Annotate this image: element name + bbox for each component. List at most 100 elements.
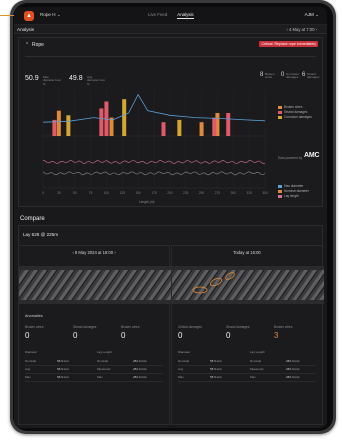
right-date[interactable]: Today at 16:00 <box>172 246 322 260</box>
legend-broken-wires: Broken wires <box>278 105 302 109</box>
rope-image-right[interactable] <box>172 266 324 304</box>
rope-selector[interactable]: Rope H ⌄ <box>40 12 61 18</box>
measurement-label: Measured <box>250 367 264 371</box>
page-title: Analysis <box>17 27 35 32</box>
metric-label: Broken wires <box>274 325 293 329</box>
measurement-label: Lay Length <box>250 350 265 354</box>
measurement-label: Avg <box>178 367 184 371</box>
measurement-label: Max <box>178 375 184 379</box>
rope-image-left[interactable] <box>19 266 171 304</box>
x-tick-label: 225 <box>183 191 189 195</box>
rope-chart: 0 25 50 75 100 125 150 175 200 225 250 275 300 325 350 <box>42 90 268 195</box>
bar <box>109 117 114 136</box>
measurement-value: 58.0 mm <box>210 375 222 379</box>
metric-value: 0 <box>226 331 231 340</box>
measurement-label: Max <box>250 375 256 379</box>
legend-label: Max diameter <box>284 184 304 188</box>
legend-swatch <box>278 189 282 193</box>
left-date-nav[interactable]: ‹ 8 May 2024 at 16:00 › <box>19 246 169 260</box>
metric-label: Broken wires <box>121 325 140 329</box>
row-divider <box>178 373 316 374</box>
row-divider <box>178 365 316 366</box>
metric-value: 0 <box>25 331 30 340</box>
measurement-label: Nominal <box>178 359 190 363</box>
legend-swatch <box>278 105 282 109</box>
legend-label: Broken wires <box>284 105 303 109</box>
legend-max-diameter: Max diameter <box>278 184 303 188</box>
metric-label: Strand damages <box>226 325 250 329</box>
metric-value: 0 <box>121 331 126 340</box>
tab-bar: Live Feed Analysis <box>148 12 203 19</box>
legend-lay-length: Lay length <box>278 194 299 198</box>
row-divider <box>25 373 163 374</box>
metric-label: Critical damages <box>178 325 202 329</box>
measurement-value: 282.4 mm <box>286 359 300 363</box>
measurement-value: 282.4 mm <box>286 375 300 379</box>
x-tick-label: 25 <box>57 191 61 195</box>
measurement-label: Diameter <box>178 350 191 354</box>
x-tick-label: 325 <box>246 191 252 195</box>
measurement-value: 282.4 mm <box>133 375 147 379</box>
measurement-label: Nominal <box>25 359 37 363</box>
measurement-label: Nominal <box>250 359 262 363</box>
bar <box>99 108 104 136</box>
bar <box>56 110 61 136</box>
row-divider <box>178 381 316 382</box>
x-axis-label: Length (m) <box>139 200 155 204</box>
bar <box>226 113 231 136</box>
x-tick-label: 300 <box>231 191 237 195</box>
measurement-label: Avg <box>25 367 31 371</box>
legend-swatch <box>278 184 282 188</box>
measurement-label: Max <box>25 375 31 379</box>
measurement-label: Lay Length <box>97 350 112 354</box>
measurement-value: 58.0 mm <box>210 359 222 363</box>
app-screen: ▲ Rope H ⌄ Live Feed Analysis AJM ⌄ Anal… <box>14 7 327 428</box>
analysis-header: Analysis ‹ 4 May at 7:00 › <box>14 25 327 34</box>
x-tick-label: 150 <box>135 191 141 195</box>
logo-icon: ▲ <box>24 11 34 21</box>
metric-value: 0 <box>178 331 183 340</box>
measurement-label: Diameter <box>25 350 38 354</box>
legend-label: Lay length <box>284 194 299 198</box>
compare-header: Lay 628 @ 225m <box>18 225 323 245</box>
legend-swatch <box>278 194 282 198</box>
bar <box>177 119 182 136</box>
measurement-value: 58.0 mm <box>57 367 69 371</box>
user-menu[interactable]: AJM ⌄ <box>305 12 319 18</box>
measurement-value: 282.4 mm <box>286 367 300 371</box>
x-tick-label: 275 <box>215 191 221 195</box>
x-tick-label: 0 <box>42 191 44 195</box>
tab-live-feed[interactable]: Live Feed <box>148 12 167 17</box>
legend-nominal: Nominal diameter <box>278 189 309 193</box>
row-divider <box>25 365 163 366</box>
partner-logo: AMC <box>304 152 320 159</box>
x-tick-label: 50 <box>73 191 77 195</box>
legend-label: Nominal diameter <box>284 189 309 193</box>
x-tick-label: 175 <box>151 191 157 195</box>
metric-value: 0 <box>73 331 78 340</box>
compare-left: ‹ 8 May 2024 at 16:00 › Anomalies Broken… <box>18 245 171 425</box>
x-tick-label: 350 <box>262 191 268 195</box>
metric-label: Strand damages <box>73 325 97 329</box>
legend-label: Strand damages <box>284 110 308 114</box>
legend-corrosion: Corrosion damages <box>278 115 312 119</box>
measurement-value: 282.4 mm <box>133 359 147 363</box>
compare-right: Today at 16:00 Critical damages Strand d… <box>171 245 324 425</box>
bar <box>199 122 204 136</box>
measurement-value: 58.0 mm <box>57 359 69 363</box>
bar <box>122 99 127 136</box>
legend-swatch <box>278 115 282 119</box>
tab-analysis[interactable]: Analysis <box>177 12 194 19</box>
legend-swatch <box>278 110 282 114</box>
metric-label: Broken wires <box>25 325 44 329</box>
bar <box>212 117 217 136</box>
measurement-value: 282.4 mm <box>133 367 147 371</box>
rope-panel: ⌃ Rope Critical: Replace rope immediatel… <box>18 37 323 207</box>
metric-value: 3 <box>274 331 279 340</box>
date-navigator[interactable]: ‹ 4 May at 7:00 › <box>287 27 318 32</box>
stage: { "app": {"rope_selector": "Rope H ⌄", "… <box>0 0 342 440</box>
row-divider <box>25 381 163 382</box>
x-tick-label: 125 <box>120 191 126 195</box>
partner-label: Data powered by <box>278 156 303 160</box>
top-bar: ▲ Rope H ⌄ Live Feed Analysis AJM ⌄ <box>14 7 327 25</box>
